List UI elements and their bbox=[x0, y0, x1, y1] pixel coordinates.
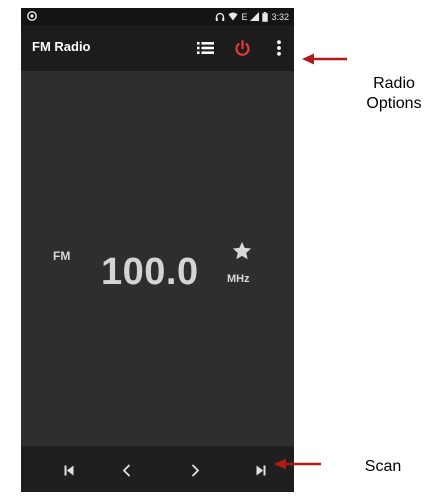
battery-icon bbox=[262, 11, 269, 22]
app-title: FM Radio bbox=[32, 39, 91, 54]
circle-app-icon bbox=[27, 11, 37, 21]
radio-options-arrow bbox=[302, 53, 347, 65]
app-bar: FM Radio bbox=[21, 25, 294, 71]
chevron-left-icon bbox=[122, 463, 130, 477]
skip-next-button[interactable] bbox=[253, 462, 269, 478]
overflow-menu-icon bbox=[277, 40, 281, 56]
control-bar bbox=[21, 446, 294, 492]
status-bar: E 3:32 bbox=[21, 8, 294, 25]
frequency-unit: MHz bbox=[227, 273, 250, 285]
page: E 3:32 FM Radio FM 100.0 MHz Radio Optio… bbox=[0, 0, 445, 496]
wifi-icon bbox=[228, 12, 238, 21]
radio-options-label-line1: Radio bbox=[373, 75, 415, 92]
radio-options-label-line2: Options bbox=[366, 95, 422, 112]
skip-previous-icon bbox=[64, 465, 74, 475]
frequency-display: 100.0 bbox=[101, 251, 199, 293]
signal-icon bbox=[250, 12, 260, 21]
station-list-icon bbox=[196, 42, 214, 54]
step-back-button[interactable] bbox=[118, 462, 134, 478]
status-time: 3:32 bbox=[271, 11, 289, 22]
scan-callout: Scan bbox=[358, 457, 408, 477]
skip-previous-button[interactable] bbox=[61, 462, 77, 478]
power-icon bbox=[234, 39, 250, 56]
step-forward-button[interactable] bbox=[187, 462, 203, 478]
overflow-menu-button[interactable] bbox=[269, 38, 289, 58]
chevron-right-icon bbox=[191, 463, 199, 477]
star-icon[interactable] bbox=[231, 240, 253, 262]
status-icons: E 3:32 bbox=[215, 10, 289, 23]
scan-arrow bbox=[274, 458, 321, 470]
station-list-button[interactable] bbox=[195, 38, 215, 58]
network-type-label: E bbox=[241, 11, 248, 22]
band-label: FM bbox=[53, 249, 71, 263]
skip-next-icon bbox=[256, 465, 266, 475]
tuner-panel: FM 100.0 MHz bbox=[21, 71, 294, 446]
scan-label: Scan bbox=[364, 458, 402, 475]
headset-icon bbox=[216, 12, 225, 21]
power-button[interactable] bbox=[232, 38, 252, 58]
phone-screen: E 3:32 FM Radio FM 100.0 MHz bbox=[21, 8, 294, 492]
radio-options-callout: Radio Options bbox=[354, 74, 434, 114]
